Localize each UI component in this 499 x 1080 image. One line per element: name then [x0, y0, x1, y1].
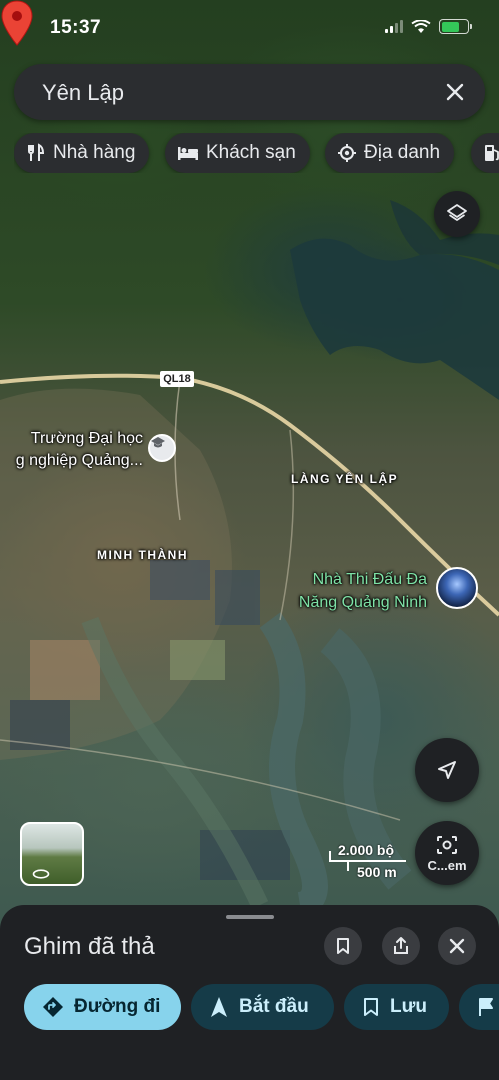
school-icon[interactable]	[148, 434, 176, 462]
directions-icon	[43, 997, 63, 1017]
sheet-drag-handle[interactable]	[226, 915, 274, 919]
scale-imperial: 2.000 bộ	[338, 842, 395, 858]
search-query[interactable]: Yên Lập	[42, 80, 124, 106]
landmark-icon	[338, 144, 356, 162]
street-view-360-icon	[32, 869, 50, 879]
flag-icon	[479, 998, 493, 1016]
lens-camera-button[interactable]: C...em	[415, 821, 479, 885]
my-location-button[interactable]	[415, 738, 479, 802]
navigate-icon	[211, 997, 227, 1017]
layers-icon	[447, 204, 467, 221]
close-icon	[446, 83, 464, 101]
gas-station-icon	[485, 145, 499, 161]
chip-label: Nhà hàng	[53, 142, 136, 163]
chip-restaurants[interactable]: Nhà hàng	[14, 133, 150, 173]
camera-icon	[437, 835, 457, 854]
scale-metric: 500 m	[357, 864, 397, 880]
university-label-line1: Trường Đại học	[30, 430, 143, 447]
chip-label: Địa danh	[364, 142, 441, 163]
navigation-arrow-icon	[438, 761, 456, 779]
sheet-actions: Đường đi Bắt đầu Lưu	[24, 984, 499, 1032]
share-icon	[394, 937, 408, 954]
status-icons	[385, 19, 472, 34]
status-bar: 15:37	[0, 0, 499, 52]
clear-search-button[interactable]	[439, 76, 471, 108]
university-label[interactable]: Trường Đại học g nghiệp Quảng...	[0, 428, 143, 472]
bookmark-icon	[337, 938, 349, 954]
layers-button[interactable]	[434, 191, 480, 237]
venue-label-line1: Nhà Thi Đấu Đa	[312, 571, 427, 588]
chip-gas-stations[interactable]	[471, 133, 499, 173]
village-label[interactable]: LÀNG YÊN LẬP	[291, 472, 398, 486]
close-icon	[449, 938, 465, 954]
chip-hotels[interactable]: Khách sạn	[165, 133, 310, 173]
battery-icon	[439, 19, 472, 34]
share-button[interactable]	[382, 927, 420, 965]
commune-label[interactable]: MINH THÀNH	[97, 548, 188, 562]
venue-label[interactable]: Nhà Thi Đấu Đa Năng Quảng Ninh	[272, 568, 427, 614]
status-time: 15:37	[50, 17, 102, 38]
venue-photo-marker[interactable]	[436, 567, 478, 609]
chip-landmarks[interactable]: Địa danh	[325, 133, 455, 173]
wifi-icon	[411, 19, 431, 33]
bookmark-icon	[364, 998, 378, 1016]
map-scale: 2.000 bộ 500 m	[328, 842, 408, 880]
camera-label: C...em	[427, 857, 467, 873]
start-label: Bắt đầu	[239, 996, 309, 1017]
sheet-title: Ghim đã thả	[24, 933, 155, 960]
save-icon-button[interactable]	[324, 927, 362, 965]
road-shield-ql18[interactable]: QL18	[160, 371, 194, 387]
cellular-signal-icon	[385, 20, 403, 33]
chip-label: Khách sạn	[206, 142, 296, 163]
hotel-icon	[178, 147, 198, 160]
save-label: Lưu	[390, 996, 427, 1017]
restaurant-icon	[28, 143, 45, 161]
category-chips: Nhà hàng Khách sạn Địa danh	[14, 133, 499, 173]
save-button[interactable]: Lưu	[344, 984, 449, 1030]
street-view-thumbnail[interactable]	[20, 822, 84, 886]
venue-label-line2: Năng Quảng Ninh	[298, 594, 427, 611]
dropped-pin-sheet[interactable]: Ghim đã thả Đường đi Bắt đầu Lưu	[0, 905, 499, 1080]
university-label-line2: g nghiệp Quảng...	[15, 452, 143, 469]
directions-label: Đường đi	[74, 996, 161, 1017]
directions-button[interactable]: Đường đi	[24, 984, 181, 1030]
label-button[interactable]	[459, 984, 499, 1030]
start-button[interactable]: Bắt đầu	[191, 984, 334, 1030]
close-sheet-button[interactable]	[438, 927, 476, 965]
search-bar[interactable]: Yên Lập	[14, 64, 485, 120]
